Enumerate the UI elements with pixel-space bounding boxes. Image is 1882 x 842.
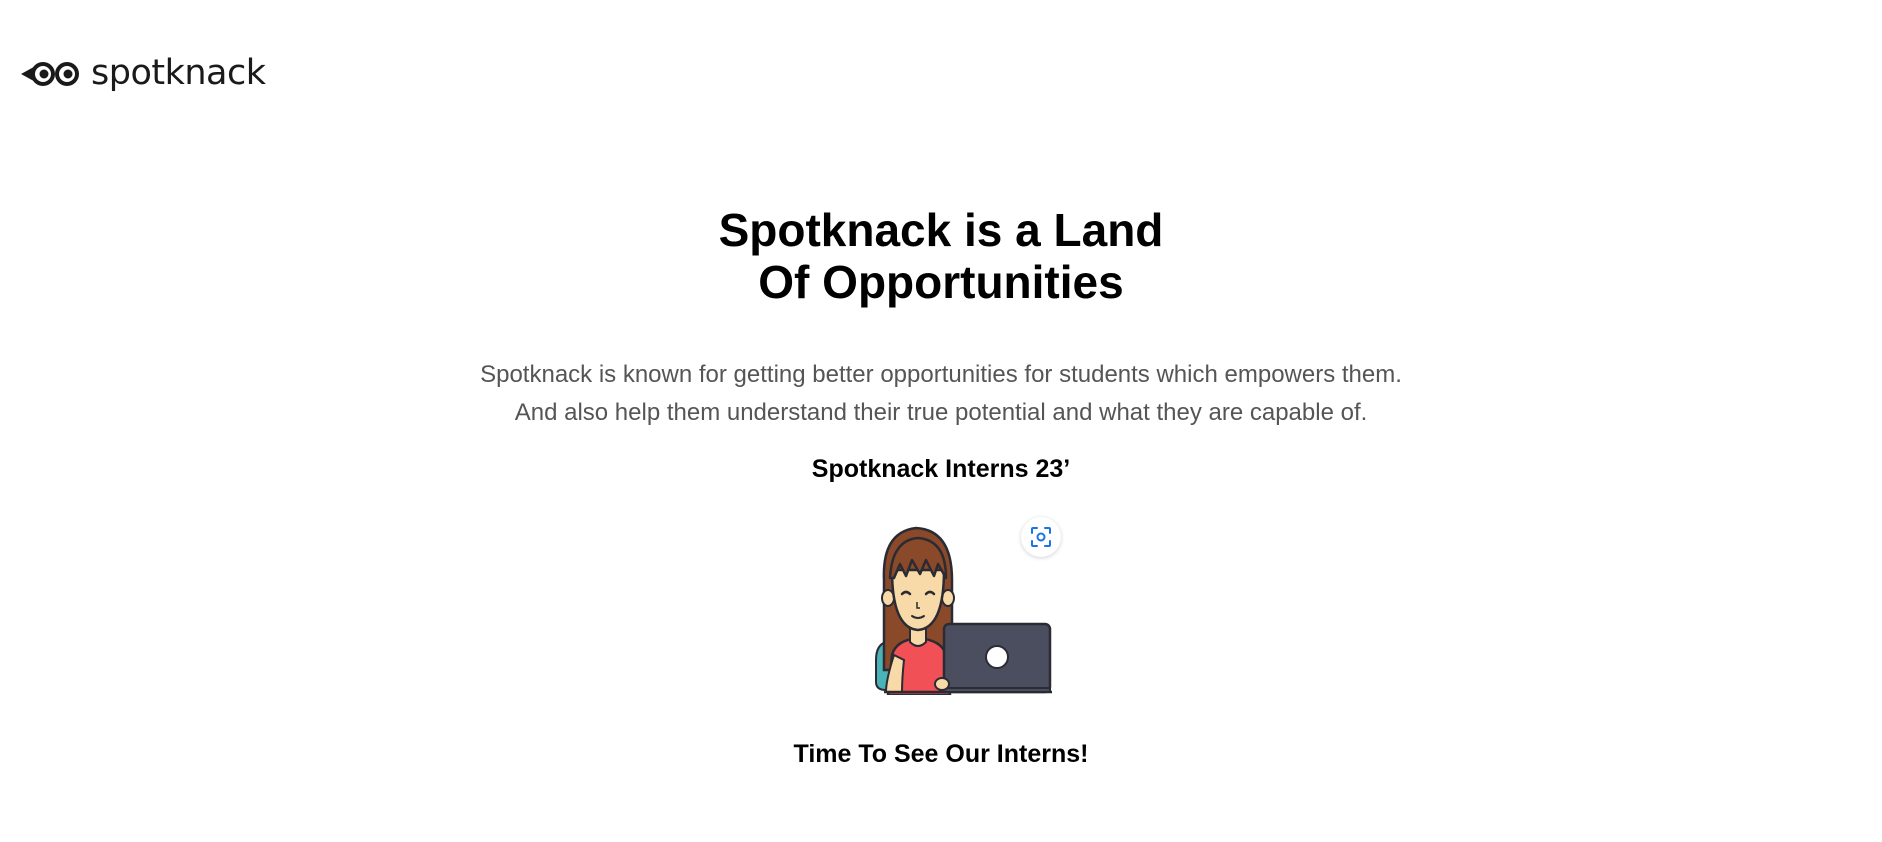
hero-description-line1: Spotknack is known for getting better op…: [480, 361, 1402, 388]
hero-title-line2: Of Opportunities: [758, 256, 1124, 308]
visual-search-button[interactable]: [1021, 517, 1061, 557]
hero-title: Spotknack is a Land Of Opportunities: [0, 204, 1882, 308]
page: spotknack Spotknack is a Land Of Opportu…: [0, 0, 1882, 842]
hero-description-line2: And also help them understand their true…: [514, 399, 1368, 426]
spotknack-logo[interactable]: spotknack: [19, 56, 266, 91]
hero-description: Spotknack is known for getting better op…: [0, 356, 1882, 432]
interns-heading: Spotknack Interns 23’: [811, 455, 1071, 483]
hero-title-line1: Spotknack is a Land: [718, 204, 1164, 256]
logo-text: spotknack: [91, 53, 266, 93]
visual-search-icon: [1031, 527, 1051, 547]
see-interns-heading: Time To See Our Interns!: [793, 740, 1089, 768]
eyes-logo-icon: [21, 61, 79, 86]
